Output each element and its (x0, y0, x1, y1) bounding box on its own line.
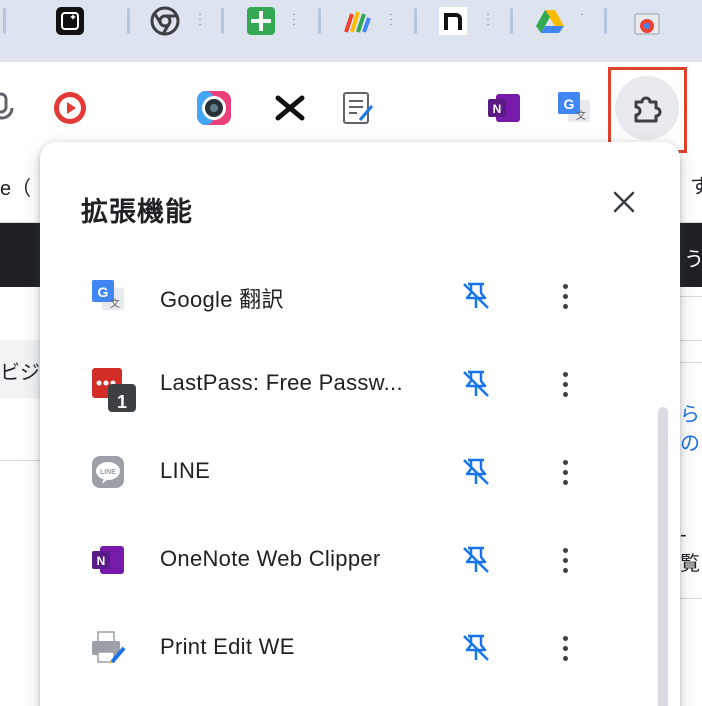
highlight-box (608, 67, 687, 153)
bg-text: う (684, 249, 702, 271)
tab-more-icon[interactable]: · (580, 10, 584, 28)
tab-separator (127, 8, 130, 34)
tab-apps-script-icon[interactable] (342, 6, 372, 36)
extension-name: LINE (160, 458, 211, 483)
pin-button[interactable] (458, 630, 494, 666)
print-edit-icon (90, 630, 126, 666)
more-options-button[interactable] (550, 630, 580, 666)
svg-text:文: 文 (576, 109, 586, 122)
unpinned-icon (463, 546, 489, 573)
extension-row[interactable]: 1 LastPass: Free Passw... (40, 340, 640, 428)
extension-name: OneNote Web Clipper (160, 546, 381, 571)
extension-name: Print Edit WE (160, 634, 295, 659)
unpinned-icon (463, 282, 489, 309)
divider (680, 296, 702, 297)
pin-button[interactable] (458, 454, 494, 490)
extension-row[interactable]: LINE LINE (40, 428, 640, 516)
tab-more-icon[interactable]: · · · (389, 10, 393, 30)
mic-icon[interactable] (0, 92, 26, 128)
divider (680, 598, 702, 599)
bg-link-text[interactable]: らの (680, 398, 702, 456)
tab-sheets-icon[interactable] (246, 6, 276, 36)
google-translate-icon: G文 (90, 278, 126, 314)
tab-separator (510, 8, 513, 34)
browser-toolbar: N G文 (0, 62, 702, 152)
onenote-icon: N (90, 542, 126, 578)
extension-row[interactable]: G文 Google 翻訳 (40, 252, 640, 340)
svg-text:文: 文 (110, 297, 120, 310)
tab-separator (604, 8, 607, 34)
unpinned-icon (463, 634, 489, 661)
close-icon (613, 191, 635, 213)
svg-text:G: G (98, 284, 109, 300)
tab-note-icon[interactable] (438, 6, 468, 36)
x-icon[interactable] (272, 90, 308, 126)
extension-row[interactable]: N OneNote Web Clipper (40, 516, 640, 604)
extension-name: LastPass: Free Passw... (160, 370, 403, 395)
tab-ai-app-icon[interactable] (55, 6, 85, 36)
extension-badge: 1 (116, 392, 127, 412)
tab-separator (3, 8, 6, 34)
svg-text:N: N (493, 102, 502, 116)
camera-icon[interactable] (196, 90, 232, 126)
tab-chrome-icon[interactable] (150, 6, 180, 36)
pin-button[interactable] (458, 542, 494, 578)
tab-more-icon[interactable]: · · · (486, 10, 490, 30)
more-options-button[interactable] (550, 366, 580, 402)
unpinned-icon (463, 458, 489, 485)
onenote-icon[interactable]: N (486, 90, 522, 126)
extension-name: Google 翻訳 (160, 287, 284, 312)
more-options-button[interactable] (550, 454, 580, 490)
tab-strip: · · · · · · · · · · · · · (0, 0, 702, 62)
more-options-button[interactable] (550, 542, 580, 578)
tab-chrome-store-icon[interactable] (632, 6, 662, 36)
youtube-icon[interactable] (52, 90, 88, 126)
bg-text: ビジ (0, 362, 40, 384)
google-translate-icon[interactable]: G文 (556, 90, 592, 126)
line-icon: LINE (90, 454, 126, 490)
divider (680, 362, 702, 363)
tab-more-icon[interactable]: · · · (198, 10, 202, 30)
tab-separator (318, 8, 321, 34)
more-options-button[interactable] (550, 278, 580, 314)
tab-more-icon[interactable]: · · · (292, 10, 296, 30)
divider (0, 460, 40, 461)
extensions-popup: 拡張機能 G文 Google 翻訳 1 LastPass: Free Passw… (40, 142, 680, 706)
svg-text:LINE: LINE (100, 469, 116, 476)
close-button[interactable] (608, 186, 640, 218)
bg-text: -覧 (680, 524, 700, 575)
tab-separator (414, 8, 417, 34)
bg-text: す (690, 176, 702, 198)
scrollbar-thumb[interactable] (658, 407, 668, 706)
svg-text:G: G (564, 96, 575, 112)
unpinned-icon (463, 370, 489, 397)
svg-text:N: N (97, 554, 106, 568)
pin-button[interactable] (458, 366, 494, 402)
notes-icon[interactable] (340, 90, 376, 126)
tab-drive-icon[interactable] (535, 6, 565, 36)
popup-title: 拡張機能 (81, 197, 193, 228)
tab-separator (221, 8, 224, 34)
pin-button[interactable] (458, 278, 494, 314)
bg-text: e（ (0, 178, 32, 200)
extension-row[interactable]: Print Edit WE (40, 604, 640, 692)
